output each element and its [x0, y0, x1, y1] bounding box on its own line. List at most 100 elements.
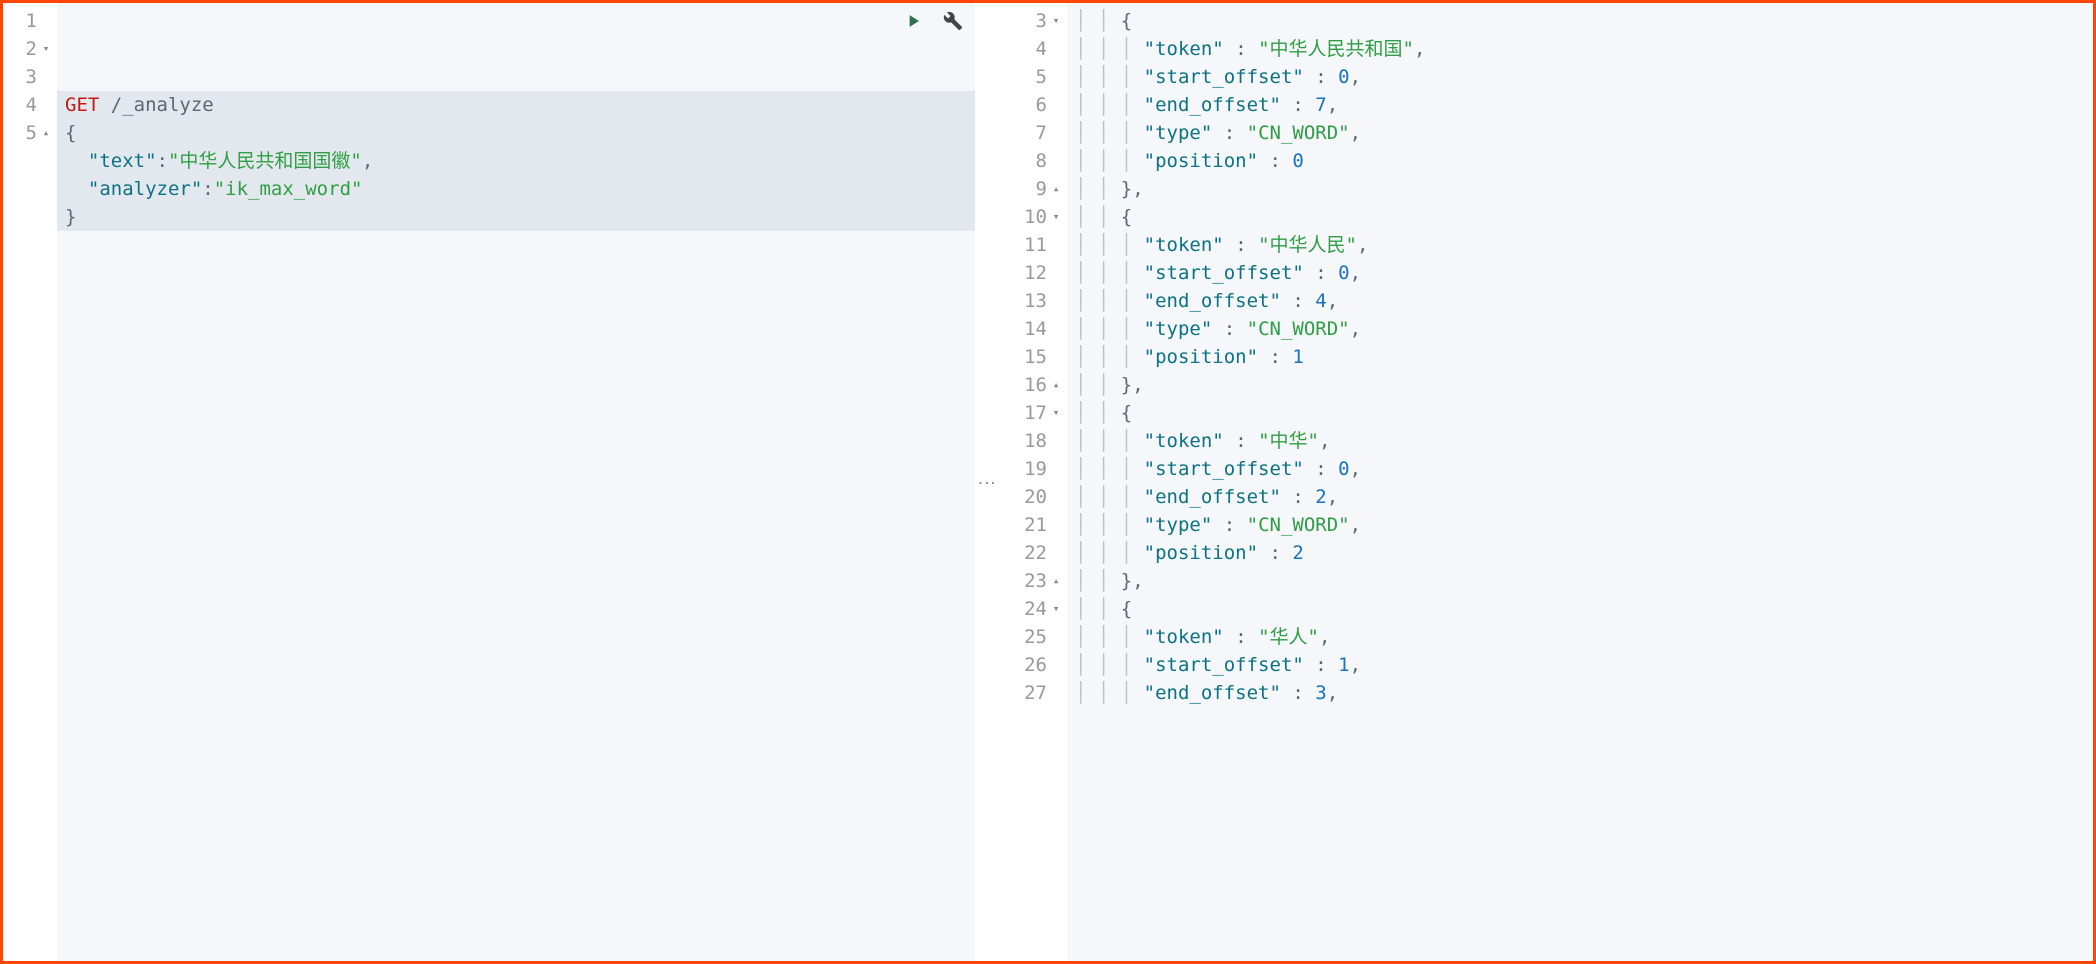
fold-toggle-icon[interactable]: ▾ [1051, 399, 1061, 427]
token-punct: : [1212, 119, 1246, 147]
line-number: 11 [1024, 231, 1047, 259]
code-line[interactable]: "analyzer":"ik_max_word" [57, 175, 975, 203]
code-line[interactable]: │ │ │ "end_offset" : 7, [1075, 91, 2083, 119]
token-punct: : [1304, 455, 1338, 483]
token-punct: }, [1121, 175, 1144, 203]
code-line[interactable]: │ │ }, [1075, 371, 2083, 399]
indent-guide: │ [1121, 483, 1144, 511]
code-line[interactable]: │ │ { [1075, 399, 2083, 427]
code-line[interactable]: │ │ │ "start_offset" : 0, [1075, 455, 2083, 483]
token-key: "start_offset" [1144, 259, 1304, 287]
request-code-area[interactable]: GET /_analyze{ "text":"中华人民共和国国徽", "anal… [57, 3, 975, 961]
code-line[interactable]: { [57, 119, 975, 147]
fold-toggle-icon[interactable]: ▾ [1051, 7, 1061, 35]
token-punct: , [1350, 259, 1361, 287]
gutter-line: 11 [1007, 231, 1061, 259]
request-editor[interactable]: 12▾345▴ GET /_analyze{ "text":"中华人民共和国国徽… [3, 3, 975, 961]
code-line[interactable]: │ │ │ "position" : 1 [1075, 343, 2083, 371]
indent-guide: │ [1098, 483, 1121, 511]
code-line[interactable]: │ │ │ "token" : "中华人民共和国", [1075, 35, 2083, 63]
fold-toggle-icon[interactable]: ▴ [41, 119, 51, 147]
indent-guide: │ [1075, 567, 1098, 595]
token-punct: : [1281, 287, 1315, 315]
fold-toggle-icon[interactable]: ▾ [1051, 203, 1061, 231]
token-string: "中华人民共和国国徽" [168, 147, 362, 175]
token-punct: { [1121, 203, 1132, 231]
fold-toggle-icon[interactable]: ▴ [1051, 371, 1061, 399]
token-number: 0 [1338, 259, 1349, 287]
gutter-line: 3 [13, 63, 51, 91]
code-line[interactable]: │ │ │ "start_offset" : 1, [1075, 651, 2083, 679]
fold-toggle-icon[interactable]: ▾ [41, 35, 51, 63]
indent-guide: │ [1098, 203, 1121, 231]
line-number: 4 [1036, 35, 1047, 63]
code-line[interactable]: │ │ { [1075, 203, 2083, 231]
token-punct: , [1319, 623, 1330, 651]
line-number: 24 [1024, 595, 1047, 623]
token-punct: { [65, 119, 76, 147]
pane-divider[interactable]: ⋮ [975, 3, 997, 961]
line-number: 14 [1024, 315, 1047, 343]
indent-guide: │ [1075, 427, 1098, 455]
code-line[interactable]: │ │ │ "end_offset" : 3, [1075, 679, 2083, 707]
line-number: 17 [1024, 399, 1047, 427]
code-line[interactable]: │ │ }, [1075, 175, 2083, 203]
code-line[interactable]: │ │ │ "type" : "CN_WORD", [1075, 511, 2083, 539]
token-key: "type" [1144, 315, 1213, 343]
indent-guide: │ [1075, 483, 1098, 511]
token-punct: : [1224, 231, 1258, 259]
gutter-line: 16▴ [1007, 371, 1061, 399]
token-punct: : [202, 175, 213, 203]
response-editor[interactable]: 3▾456789▴10▾111213141516▴17▾181920212223… [997, 3, 2093, 961]
code-line[interactable]: │ │ │ "position" : 2 [1075, 539, 2083, 567]
token-number: 0 [1338, 63, 1349, 91]
fold-toggle-icon[interactable]: ▴ [1051, 175, 1061, 203]
line-number: 9 [1036, 175, 1047, 203]
code-line[interactable]: │ │ │ "token" : "中华", [1075, 427, 2083, 455]
fold-toggle-icon[interactable]: ▾ [1051, 595, 1061, 623]
run-icon[interactable] [903, 11, 923, 31]
code-line[interactable]: │ │ │ "token" : "中华人民", [1075, 231, 2083, 259]
indent-guide: │ [1121, 623, 1144, 651]
code-line[interactable]: "text":"中华人民共和国国徽", [57, 147, 975, 175]
fold-toggle-icon[interactable]: ▴ [1051, 567, 1061, 595]
code-line[interactable]: │ │ │ "start_offset" : 0, [1075, 63, 2083, 91]
code-line[interactable]: │ │ │ "position" : 0 [1075, 147, 2083, 175]
code-line[interactable]: │ │ { [1075, 595, 2083, 623]
response-code-area[interactable]: │ │ {│ │ │ "token" : "中华人民共和国",│ │ │ "st… [1067, 3, 2093, 961]
token-key: "token" [1144, 623, 1224, 651]
response-editor-pane: 3▾456789▴10▾111213141516▴17▾181920212223… [997, 3, 2093, 961]
line-number: 4 [26, 91, 37, 119]
code-line[interactable]: │ │ │ "start_offset" : 0, [1075, 259, 2083, 287]
code-line[interactable]: │ │ }, [1075, 567, 2083, 595]
code-line[interactable]: │ │ │ "token" : "华人", [1075, 623, 2083, 651]
indent-guide: │ [1098, 119, 1121, 147]
response-gutter: 3▾456789▴10▾111213141516▴17▾181920212223… [997, 3, 1067, 961]
indent-guide: │ [1075, 7, 1098, 35]
token-text [65, 175, 88, 203]
indent-guide: │ [1121, 511, 1144, 539]
token-key: "position" [1144, 539, 1258, 567]
indent-guide: │ [1075, 399, 1098, 427]
code-line[interactable]: │ │ │ "type" : "CN_WORD", [1075, 315, 2083, 343]
wrench-icon[interactable] [943, 11, 963, 31]
token-number: 7 [1315, 91, 1326, 119]
token-key: "analyzer" [88, 175, 202, 203]
token-string: "CN_WORD" [1247, 315, 1350, 343]
code-line[interactable]: │ │ { [1075, 7, 2083, 35]
code-line[interactable]: │ │ │ "end_offset" : 4, [1075, 287, 2083, 315]
token-key: "type" [1144, 511, 1213, 539]
code-line[interactable]: } [57, 203, 975, 231]
line-number: 7 [1036, 119, 1047, 147]
indent-guide: │ [1098, 455, 1121, 483]
gutter-line: 4 [1007, 35, 1061, 63]
gutter-line: 24▾ [1007, 595, 1061, 623]
token-key: "end_offset" [1144, 91, 1281, 119]
code-line[interactable]: │ │ │ "type" : "CN_WORD", [1075, 119, 2083, 147]
code-line[interactable]: GET /_analyze [57, 91, 975, 119]
code-line[interactable]: │ │ │ "end_offset" : 2, [1075, 483, 2083, 511]
gutter-line: 27 [1007, 679, 1061, 707]
indent-guide: │ [1075, 287, 1098, 315]
token-punct: , [1327, 91, 1338, 119]
gutter-line: 18 [1007, 427, 1061, 455]
